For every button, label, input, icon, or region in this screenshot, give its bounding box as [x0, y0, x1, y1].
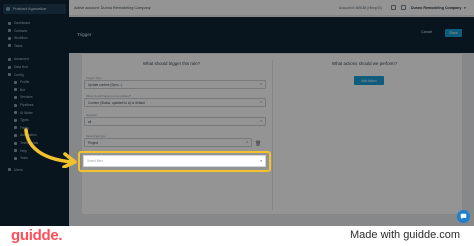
sidebar-item-icon	[8, 168, 11, 172]
top-bar: Active account: Dunno Remodeling Company…	[69, 0, 474, 16]
sidebar-item[interactable]: Services	[14, 94, 33, 100]
sidebar-item-icon	[8, 73, 11, 77]
field-type-select[interactable]: Project ▾	[84, 138, 252, 147]
page-title: Trigger	[77, 32, 92, 37]
sidebar-item-label: AI Writer	[20, 110, 33, 115]
save-button[interactable]: Save	[445, 29, 462, 37]
sidebar-item[interactable]: Contacts	[8, 28, 27, 34]
guidde-logo: guidde.	[11, 227, 63, 244]
sidebar-item[interactable]: Workflow	[8, 35, 28, 41]
sidebar-item-label: Workflow	[14, 36, 28, 41]
chevron-down-icon: ▾	[260, 82, 262, 86]
sidebar-item-label: Dashboard	[14, 21, 31, 25]
trigger-header: Trigger Cancel Save	[69, 17, 474, 53]
chevron-down-icon: ▾	[260, 119, 262, 123]
sidebar-item[interactable]: Advanced	[8, 56, 29, 62]
filter-placeholder: Select filter	[87, 159, 103, 163]
sidebar-item-icon	[14, 141, 17, 145]
chat-bubble-icon	[460, 213, 467, 220]
chevron-down-icon: ▾	[260, 159, 262, 163]
sidebar-item-icon	[14, 126, 17, 130]
sidebar-item-icon	[8, 36, 11, 40]
sidebar-item-label: Pipelines	[20, 103, 34, 107]
column-divider	[272, 60, 273, 210]
notification-icon[interactable]	[401, 5, 406, 10]
chevron-down-icon: ▾	[260, 100, 262, 104]
field-value: Content (Status, updated to a) or defaul…	[88, 100, 145, 105]
sidebar-item-label: Contacts	[14, 28, 28, 33]
sidebar-item-icon	[14, 80, 17, 84]
sidebar-item[interactable]: Tasks	[8, 43, 22, 49]
chat-icon[interactable]	[457, 210, 470, 223]
user-name: Prashant Agarwalkar	[13, 7, 47, 11]
sidebar-item[interactable]: Bot	[14, 87, 25, 93]
sidebar-item[interactable]: Pipelines	[14, 102, 33, 108]
sidebar-item-icon	[14, 156, 17, 160]
sidebar: Prashant Agarwalkar Dashboard Contacts Wor…	[0, 0, 69, 226]
sidebar-item-icon	[8, 21, 11, 25]
sidebar-item-label: Types	[20, 118, 29, 123]
sidebar-item[interactable]: Types	[14, 117, 29, 123]
sidebar-item-label: Services	[20, 95, 33, 100]
sidebar-item-label: Tasks	[14, 43, 23, 48]
chevron-down-icon: ▾	[246, 140, 248, 144]
active-account-label: Active account: Dunno Remodeling Company	[74, 5, 151, 10]
cancel-button[interactable]: Cancel	[421, 30, 432, 34]
chevron-down-icon: ▼	[463, 5, 467, 10]
sidebar-item-label: Users	[14, 167, 23, 172]
sidebar-item-label: Bot	[20, 87, 25, 92]
sidebar-item-label: Profile	[20, 80, 30, 85]
sidebar-item[interactable]: Config	[8, 72, 24, 78]
sidebar-item[interactable]: AI Writer	[14, 110, 33, 116]
company-switcher[interactable]: Dunno Remodeling Company ▼	[411, 6, 466, 10]
operator-select[interactable]: all ▾	[84, 117, 266, 126]
add-action-button[interactable]: Add Action	[354, 76, 384, 85]
sidebar-item-label: Data Hub	[14, 65, 28, 69]
sidebar-item-icon	[14, 149, 17, 153]
trigger-column-title: What should trigger this rule?	[143, 61, 201, 66]
made-with-label: Made with guidde.com	[350, 229, 461, 241]
field-value: Project	[88, 140, 98, 145]
update-condition-select[interactable]: Content (Status, updated to a) or defaul…	[84, 98, 266, 107]
sidebar-item-icon	[14, 95, 17, 99]
sidebar-item[interactable]: Dashboard	[8, 20, 30, 26]
user-menu[interactable]: Prashant Agarwalkar	[3, 4, 66, 14]
trash-icon[interactable]: 🗑	[255, 141, 261, 147]
sidebar-item-icon	[14, 103, 17, 107]
actions-column-title: What actions should we perform?	[332, 61, 398, 66]
sidebar-item-icon	[14, 133, 17, 137]
sidebar-item[interactable]: Data Hub	[8, 64, 28, 70]
sidebar-item-label: Config	[14, 72, 24, 77]
sidebar-item-icon	[14, 88, 17, 92]
sidebar-item-icon	[14, 111, 17, 115]
curved-arrow-icon	[24, 128, 77, 168]
sidebar-item[interactable]: Profile	[14, 79, 29, 85]
sidebar-item-icon	[8, 29, 11, 33]
sidebar-item-icon	[8, 57, 11, 61]
account-id-label: Account id: 669155 (Hiring ID)	[339, 5, 382, 10]
trigger-type-select[interactable]: Update context (Spec...) ▾	[84, 80, 266, 89]
select-filter-dropdown[interactable]: Select filter ▾	[83, 155, 266, 167]
copy-icon[interactable]	[391, 5, 396, 10]
field-value: all	[88, 119, 92, 124]
sidebar-item-icon	[8, 44, 11, 48]
company-name: Dunno Remodeling Company	[411, 5, 462, 10]
user-icon	[6, 7, 10, 11]
sidebar-item-icon	[14, 118, 17, 122]
sidebar-item-icon	[8, 65, 11, 69]
sidebar-item-label: Advanced	[14, 57, 29, 62]
field-value: Update context (Spec...)	[88, 82, 123, 87]
